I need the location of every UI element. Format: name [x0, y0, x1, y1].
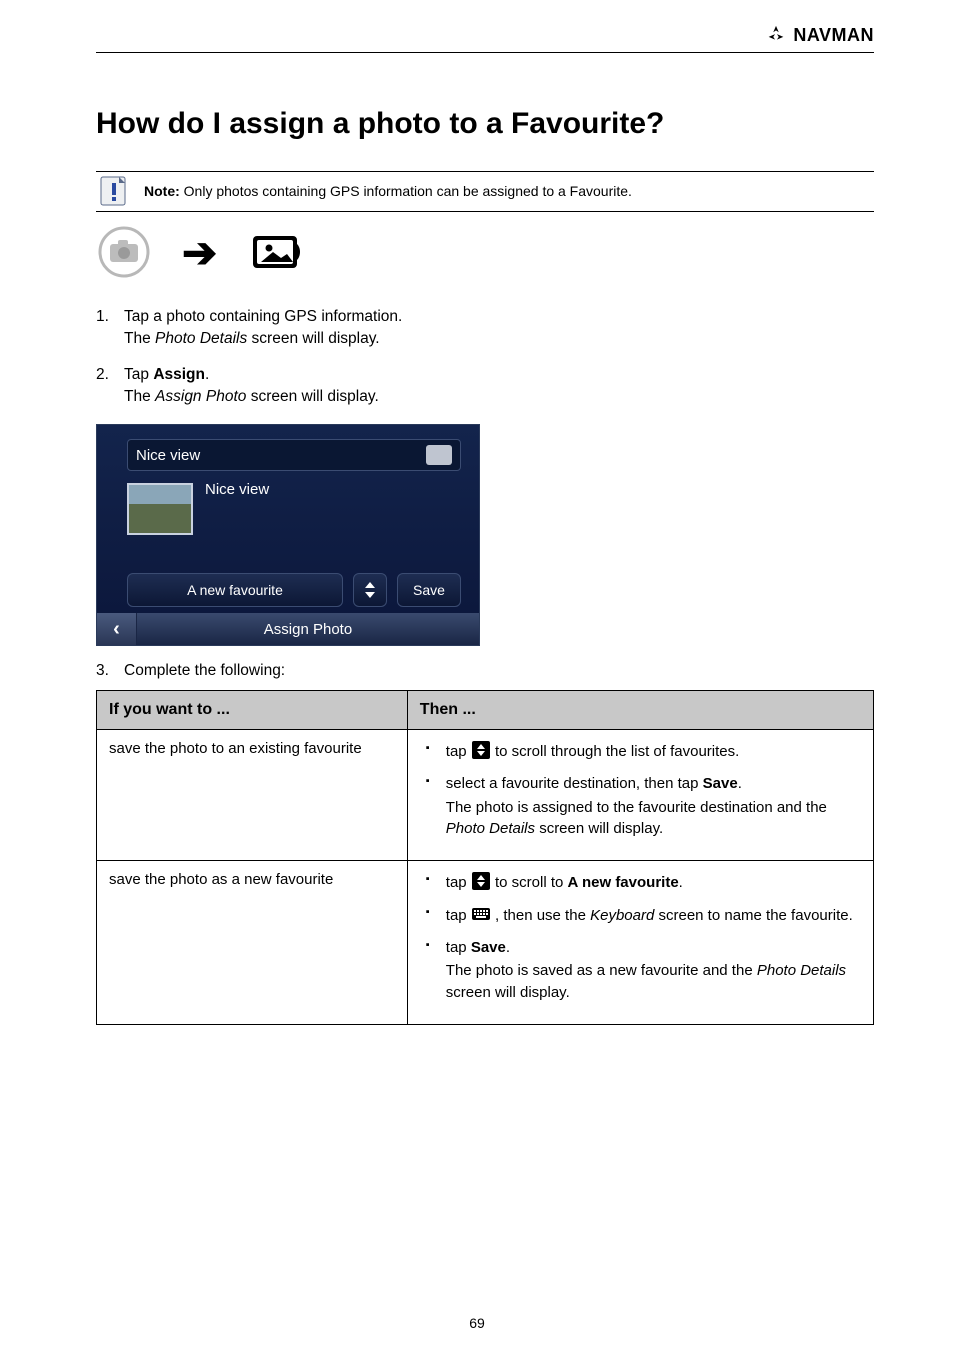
up-down-icon [471, 871, 491, 891]
table-head-then: Then ... [407, 691, 873, 730]
brand-name: NAVMAN [793, 25, 874, 46]
device-result-title: Nice view [205, 481, 269, 498]
steps-list: 1.Tap a photo containing GPS information… [96, 308, 874, 406]
page-header: NAVMAN [96, 24, 874, 52]
keyboard-icon[interactable] [426, 445, 452, 465]
table-row: save the photo as a new favourite tap to… [97, 861, 874, 1025]
note-callout: Note: Only photos containing GPS informa… [96, 171, 874, 212]
step-1: 1.Tap a photo containing GPS information… [96, 308, 874, 348]
row2-want: save the photo as a new favourite [97, 861, 408, 1025]
page-number: 69 [0, 1315, 954, 1331]
row2-then: tap to scroll to A new favourite. tap , … [407, 861, 873, 1025]
note-body: Only photos containing GPS information c… [184, 183, 632, 199]
header-rule [96, 52, 874, 53]
step-2: 2.Tap Assign. The Assign Photo screen wi… [96, 366, 874, 406]
flow-row: ➔ [96, 224, 874, 280]
note-prefix: Note: [144, 183, 180, 199]
page-title: How do I assign a photo to a Favourite? [96, 107, 874, 141]
step-3: 3.Complete the following: [96, 662, 874, 680]
device-favourite-select[interactable]: A new favourite [127, 573, 343, 607]
device-search-bar [127, 439, 461, 471]
camera-icon [96, 224, 152, 280]
arrow-right-icon: ➔ [182, 228, 217, 277]
instruction-table: If you want to ... Then ... save the pho… [96, 690, 874, 1025]
device-thumbnail [127, 483, 193, 535]
keyboard-icon [471, 904, 491, 924]
device-result-row: Nice view [127, 483, 269, 535]
album-icon [247, 224, 303, 280]
device-footer-title: Assign Photo [137, 621, 479, 638]
device-search-input[interactable] [136, 447, 426, 464]
device-screenshot: Nice view A new favourite Save ‹ Assign … [96, 424, 480, 646]
brand-logo-icon [765, 24, 787, 46]
up-down-icon [471, 740, 491, 760]
note-icon [96, 173, 132, 209]
device-back-button[interactable]: ‹ [97, 613, 137, 645]
note-text: Note: Only photos containing GPS informa… [144, 182, 632, 201]
up-down-icon[interactable] [353, 573, 387, 607]
row1-want: save the photo to an existing favourite [97, 730, 408, 861]
table-head-want: If you want to ... [97, 691, 408, 730]
row1-then: tap to scroll through the list of favour… [407, 730, 873, 861]
brand: NAVMAN [765, 24, 874, 46]
device-save-button[interactable]: Save [397, 573, 461, 607]
table-row: save the photo to an existing favourite … [97, 730, 874, 861]
